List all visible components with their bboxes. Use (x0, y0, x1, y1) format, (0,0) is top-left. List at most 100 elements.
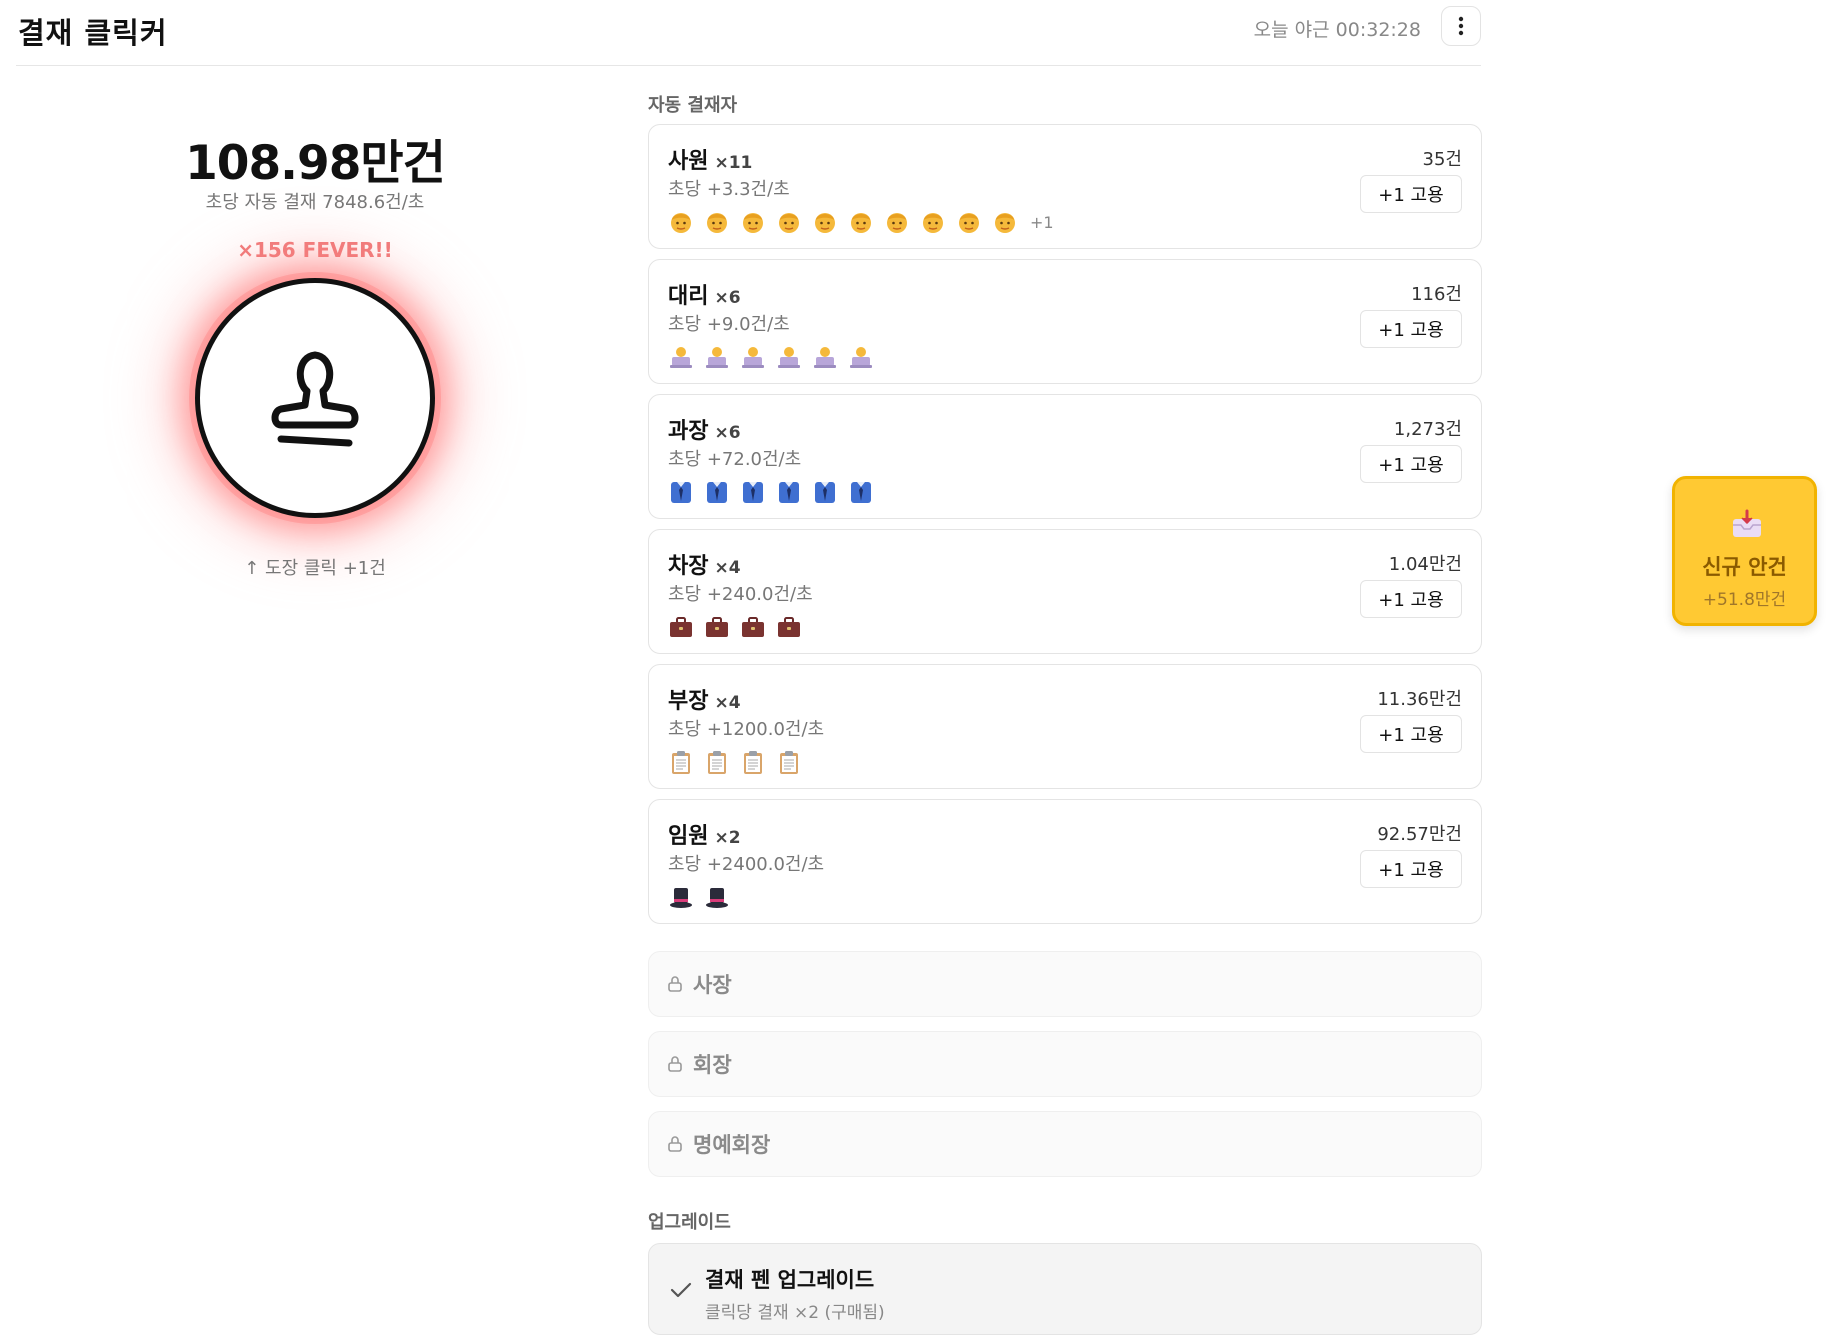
stamp-button[interactable] (195, 278, 435, 518)
suit-tie-icon (812, 479, 838, 505)
hire-button[interactable]: +1 고용 (1360, 445, 1462, 483)
suit-tie-icon (704, 479, 730, 505)
man-face-icon (956, 209, 982, 235)
click-hint: ↑ 도장 클릭 +1건 (244, 558, 386, 579)
worker-total: 116건 (1411, 284, 1462, 305)
clipboard-icon (704, 749, 730, 775)
worker-name: 대리 (668, 284, 709, 309)
hire-button[interactable]: +1 고용 (1360, 580, 1462, 618)
lock-icon (668, 976, 682, 992)
top-bar: 결재 클릭커 오늘 야근 00:32:28 (16, 0, 1481, 66)
worker-rate: 초당 +9.0건/초 (668, 314, 790, 335)
upgrades-section-label: 업그레이드 (648, 1212, 731, 1233)
worker-icons (668, 477, 874, 507)
locked-worker-ceo: 사장 (648, 951, 1482, 1017)
fever-badge: ×156 FEVER!! (237, 238, 393, 262)
worker-name: 임원 (668, 824, 709, 849)
event-subtitle: +51.8만건 (1702, 590, 1787, 610)
worker-name: 사원 (668, 149, 709, 174)
laptop-worker-icon (740, 344, 766, 370)
overtime-clock: 오늘 야근 00:32:28 (1253, 19, 1421, 41)
worker-total: 1,273건 (1393, 419, 1462, 440)
briefcase-icon (740, 614, 766, 640)
suit-tie-icon (848, 479, 874, 505)
worker-total: 1.04만건 (1388, 554, 1462, 575)
hire-button[interactable]: +1 고용 (1360, 850, 1462, 888)
locked-worker-chairman: 회장 (648, 1031, 1482, 1097)
worker-name: 과장 (668, 419, 709, 444)
lock-icon (668, 1136, 682, 1152)
worker-count: ×6 (714, 288, 741, 308)
man-face-icon (920, 209, 946, 235)
hire-button[interactable]: +1 고용 (1360, 310, 1462, 348)
more-count: +1 (1030, 212, 1054, 232)
clipboard-icon (776, 749, 802, 775)
app-title: 결재 클릭커 (18, 16, 168, 50)
upgrade-title: 결재 펜 업그레이드 (705, 1268, 875, 1292)
auto-rate: 초당 자동 결재 7848.6건/초 (205, 192, 425, 213)
worker-card: 대리 ×6 초당 +9.0건/초 116건 +1 고용 (648, 259, 1482, 384)
locked-worker-honorary-chairman: 명예회장 (648, 1111, 1482, 1177)
worker-count: ×6 (714, 423, 741, 443)
worker-title: 대리 ×6 (668, 278, 741, 310)
suit-tie-icon (776, 479, 802, 505)
locked-worker-name: 사장 (693, 973, 732, 997)
top-hat-icon (668, 884, 694, 910)
worker-icons (668, 342, 874, 372)
locked-worker-name: 회장 (693, 1053, 732, 1077)
suit-tie-icon (740, 479, 766, 505)
worker-rate: 초당 +1200.0건/초 (668, 719, 825, 740)
clipboard-icon (740, 749, 766, 775)
hire-button[interactable]: +1 고용 (1360, 715, 1462, 753)
worker-title: 부장 ×4 (668, 683, 741, 715)
laptop-worker-icon (704, 344, 730, 370)
worker-icons (668, 612, 802, 642)
worker-card: 과장 ×6 초당 +72.0건/초 1,273건 +1 고용 (648, 394, 1482, 519)
man-face-icon (992, 209, 1018, 235)
worker-name: 차장 (668, 554, 709, 579)
laptop-worker-icon (848, 344, 874, 370)
briefcase-icon (704, 614, 730, 640)
worker-card: 임원 ×2 초당 +2400.0건/초 92.57만건 +1 고용 (648, 799, 1482, 924)
more-vertical-icon (1458, 16, 1464, 36)
briefcase-icon (776, 614, 802, 640)
worker-icons (668, 747, 802, 777)
worker-card: 부장 ×4 초당 +1200.0건/초 11.36만건 +1 고용 (648, 664, 1482, 789)
workers-section-label: 자동 결재자 (648, 95, 738, 116)
suit-tie-icon (668, 479, 694, 505)
worker-total: 92.57만건 (1377, 824, 1462, 845)
locked-worker-name: 명예회장 (693, 1133, 771, 1157)
worker-card: 차장 ×4 초당 +240.0건/초 1.04만건 +1 고용 (648, 529, 1482, 654)
man-face-icon (884, 209, 910, 235)
total-count: 108.98만건 (185, 136, 446, 191)
man-face-icon (740, 209, 766, 235)
clipboard-icon (668, 749, 694, 775)
worker-icons (668, 882, 730, 912)
man-face-icon (704, 209, 730, 235)
worker-title: 차장 ×4 (668, 548, 741, 580)
worker-rate: 초당 +72.0건/초 (668, 449, 802, 470)
man-face-icon (812, 209, 838, 235)
laptop-worker-icon (776, 344, 802, 370)
man-face-icon (668, 209, 694, 235)
worker-rate: 초당 +240.0건/초 (668, 584, 813, 605)
worker-count: ×11 (714, 153, 753, 173)
upgrade-subtitle: 클릭당 결재 ×2 (구매됨) (705, 1303, 885, 1323)
stamp-icon (271, 351, 359, 447)
worker-title: 과장 ×6 (668, 413, 741, 445)
worker-count: ×4 (714, 693, 741, 713)
briefcase-icon (668, 614, 694, 640)
more-menu-button[interactable] (1441, 6, 1481, 46)
worker-name: 부장 (668, 689, 709, 714)
new-agenda-event[interactable]: 신규 안건 +51.8만건 (1672, 476, 1817, 626)
counter-panel: 108.98만건 초당 자동 결재 7848.6건/초 ×156 FEVER!!… (130, 66, 500, 606)
event-title: 신규 안건 (1702, 555, 1787, 579)
worker-total: 35건 (1422, 149, 1462, 170)
laptop-worker-icon (668, 344, 694, 370)
hire-button[interactable]: +1 고용 (1360, 175, 1462, 213)
worker-rate: 초당 +3.3건/초 (668, 179, 790, 200)
man-face-icon (776, 209, 802, 235)
worker-count: ×2 (714, 828, 741, 848)
worker-icons: +1 (668, 207, 1054, 237)
worker-card: 사원 ×11 초당 +3.3건/초 35건 +1 고용 +1 (648, 124, 1482, 249)
